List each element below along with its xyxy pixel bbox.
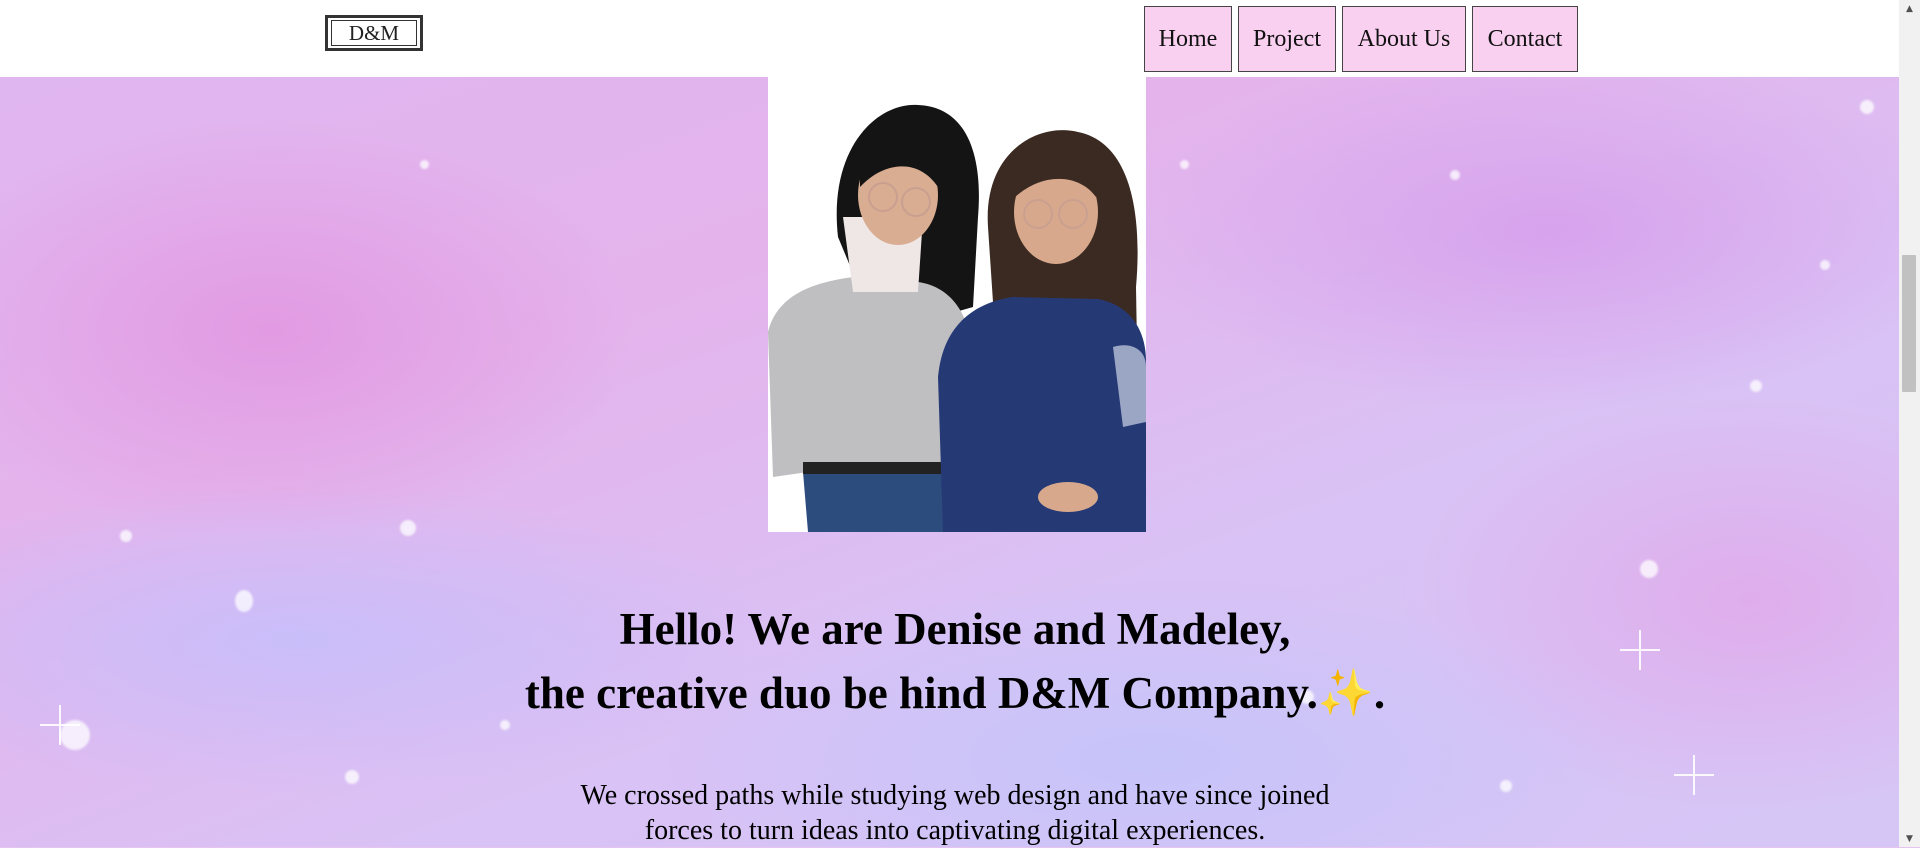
scroll-down-arrow-icon[interactable]: ▼ <box>1899 830 1920 847</box>
nav-about-us-button[interactable]: About Us <box>1342 6 1466 72</box>
nav-contact-button[interactable]: Contact <box>1472 6 1578 72</box>
sparkle <box>1450 170 1460 180</box>
vertical-scrollbar[interactable]: ▲ ▼ <box>1899 0 1920 847</box>
team-photo-illustration <box>768 77 1146 532</box>
team-photo <box>768 77 1146 532</box>
sparkle-flare <box>1674 755 1714 795</box>
sparkles-icon: ✨ <box>1317 665 1375 720</box>
sparkle <box>1500 780 1512 792</box>
hero-heading-line1: Hello! We are Denise and Madeley, <box>619 604 1291 654</box>
sparkle <box>345 770 359 784</box>
sparkle <box>120 530 132 542</box>
nav-project-button[interactable]: Project <box>1238 6 1336 72</box>
sparkle <box>1820 260 1830 270</box>
sparkle-flare <box>1620 630 1660 670</box>
sparkle <box>235 590 253 612</box>
hero-description: We crossed paths while studying web desi… <box>480 778 1430 848</box>
logo[interactable]: D&M <box>325 15 423 51</box>
sparkle <box>1180 160 1189 169</box>
sparkle <box>1750 380 1762 392</box>
hero-description-line2: forces to turn ideas into captivating di… <box>644 815 1266 846</box>
sparkle <box>400 520 416 536</box>
main-nav: Home Project About Us Contact <box>1144 6 1578 72</box>
hero-description-line1: We crossed paths while studying web desi… <box>580 780 1330 811</box>
hero-heading-line2: the creative duo be hind D&M Company. <box>524 668 1318 718</box>
logo-text: D&M <box>331 20 417 46</box>
sparkle <box>1860 100 1874 114</box>
sparkle <box>420 160 429 169</box>
scroll-up-arrow-icon[interactable]: ▲ <box>1899 0 1920 17</box>
sparkle-flare <box>40 705 80 745</box>
scrollbar-thumb[interactable] <box>1902 255 1916 392</box>
nav-home-button[interactable]: Home <box>1144 6 1232 72</box>
hero-heading: Hello! We are Denise and Madeley, the cr… <box>380 598 1530 725</box>
hero-heading-end: . <box>1373 668 1386 718</box>
site-header: D&M Home Project About Us Contact <box>0 0 1899 77</box>
sparkle <box>1640 560 1658 578</box>
